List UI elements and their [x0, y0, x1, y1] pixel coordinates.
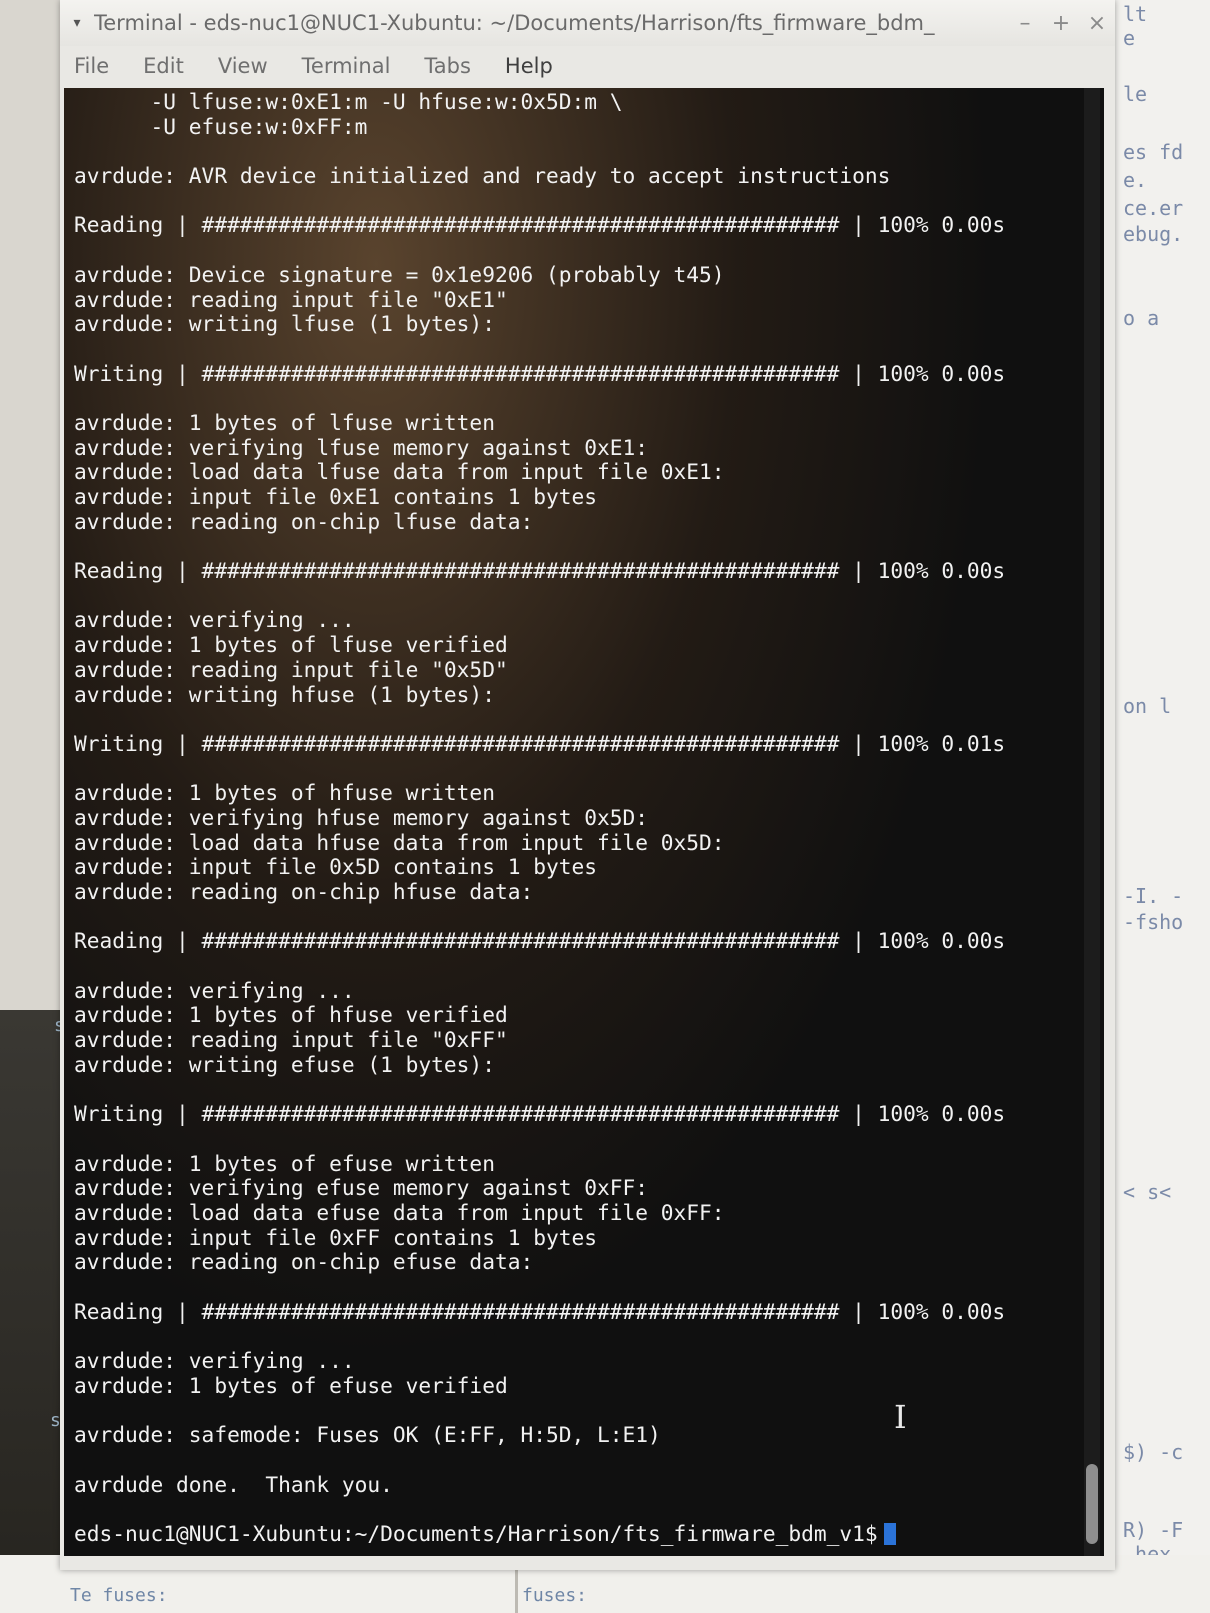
terminal-lines: -U lfuse:w:0xE1:m -U hfuse:w:0x5D:m \ -U…	[74, 90, 1064, 1547]
terminal-cursor	[883, 1523, 896, 1546]
terminal-line: Writing | ##############################…	[74, 731, 1006, 756]
terminal-line: avrdude: input file 0xE1 contains 1 byte…	[74, 485, 597, 509]
terminal-line: avrdude: Device signature = 0x1e9206 (pr…	[74, 262, 725, 287]
maximize-button[interactable]: +	[1043, 11, 1079, 36]
bg-text-fragment: -fsho	[1123, 910, 1184, 934]
terminal-line: avrdude: verifying ...	[74, 608, 355, 633]
close-button[interactable]: ×	[1079, 11, 1115, 36]
terminal-line: avrdude: 1 bytes of efuse verified	[74, 1373, 508, 1398]
bg-text-fragment: < s<	[1123, 1180, 1172, 1204]
terminal-line: avrdude: reading input file "0xFF"	[74, 1028, 508, 1053]
terminal-line: avrdude: reading input file "0x5D"	[74, 657, 508, 682]
terminal-line: avrdude: verifying hfuse memory against …	[74, 805, 649, 830]
terminal-line: avrdude done. Thank you.	[74, 1472, 393, 1497]
terminal-line: avrdude: input file 0x5D contains 1 byte…	[74, 855, 597, 880]
terminal-line: avrdude: AVR device initialized and read…	[74, 164, 891, 189]
terminal-line: avrdude: 1 bytes of hfuse verified	[74, 1003, 508, 1028]
terminal-line: Reading | ##############################…	[74, 1299, 1006, 1324]
bg-text-fragment: -I. -	[1123, 884, 1184, 908]
terminal-line: Reading | ##############################…	[74, 213, 1006, 238]
menu-help[interactable]: Help	[505, 54, 553, 78]
bg-text-fragment: ce.er	[1123, 196, 1184, 220]
terminal-line: avrdude: writing hfuse (1 bytes):	[74, 682, 495, 707]
menu-terminal[interactable]: Terminal	[302, 54, 391, 78]
terminal-line: avrdude: 1 bytes of lfuse written	[74, 410, 495, 435]
terminal-line: avrdude: writing lfuse (1 bytes):	[74, 312, 495, 337]
terminal-line: avrdude: reading on-chip hfuse data:	[74, 880, 534, 904]
bg-text-fragment: Te fuses:	[70, 1585, 168, 1606]
window-menu-icon[interactable]: ▾	[60, 15, 94, 31]
window-title: Terminal - eds-nuc1@NUC1-Xubuntu: ~/Docu…	[94, 11, 935, 35]
terminal-output[interactable]: -U lfuse:w:0xE1:m -U hfuse:w:0x5D:m \ -U…	[64, 88, 1104, 1556]
terminal-line: avrdude: reading on-chip efuse data:	[74, 1250, 534, 1275]
terminal-line: avrdude: verifying ...	[74, 978, 355, 1003]
terminal-scrollbar[interactable]	[1084, 88, 1100, 1556]
bg-text-fragment: es fd	[1123, 140, 1184, 164]
background-editor-right: lt e le es fd e. ce.er ebug. o a on l -I…	[1115, 0, 1210, 1613]
terminal-line: avrdude: 1 bytes of lfuse verified	[74, 633, 508, 658]
terminal-line: avrdude: 1 bytes of hfuse written	[74, 781, 495, 806]
terminal-line: avrdude: load data hfuse data from input…	[74, 830, 725, 855]
shell-prompt-line[interactable]: eds-nuc1@NUC1-Xubuntu:~/Documents/Harris…	[74, 1522, 1064, 1547]
scrollbar-thumb[interactable]	[1086, 1464, 1098, 1544]
bg-text-fragment: $) -c	[1123, 1440, 1184, 1464]
menu-file[interactable]: File	[74, 54, 109, 78]
bg-text-fragment: e	[1123, 26, 1136, 50]
terminal-line: avrdude: verifying efuse memory against …	[74, 1176, 649, 1201]
terminal-line: avrdude: load data lfuse data from input…	[74, 460, 725, 485]
title-bar[interactable]: ▾ Terminal - eds-nuc1@NUC1-Xubuntu: ~/Do…	[60, 0, 1115, 46]
terminal-line: avrdude: verifying ...	[74, 1349, 355, 1374]
terminal-window[interactable]: ▾ Terminal - eds-nuc1@NUC1-Xubuntu: ~/Do…	[60, 0, 1115, 1570]
terminal-line: avrdude: load data efuse data from input…	[74, 1200, 725, 1225]
shell-prompt: eds-nuc1@NUC1-Xubuntu:~/Documents/Harris…	[74, 1521, 878, 1546]
text-cursor-ibeam-icon: I	[894, 1398, 907, 1436]
bg-text-fragment: fuses:	[522, 1585, 588, 1606]
minimize-button[interactable]: –	[1007, 11, 1043, 36]
terminal-line: avrdude: safemode: Fuses OK (E:FF, H:5D,…	[74, 1423, 661, 1448]
terminal-line: avrdude: writing efuse (1 bytes):	[74, 1052, 495, 1077]
menu-edit[interactable]: Edit	[143, 54, 184, 78]
bg-text-fragment: on l	[1123, 694, 1172, 718]
terminal-line: avrdude: reading on-chip lfuse data:	[74, 509, 534, 534]
bg-text-fragment: lt	[1123, 2, 1148, 26]
bg-text-fragment: le	[1123, 82, 1148, 106]
terminal-line: Writing | ##############################…	[74, 361, 1006, 386]
bg-text-fragment: o a	[1123, 306, 1160, 330]
terminal-line: -U lfuse:w:0xE1:m -U hfuse:w:0x5D:m \	[74, 90, 623, 114]
bg-text-fragment: e.	[1123, 168, 1148, 192]
terminal-line: avrdude: input file 0xFF contains 1 byte…	[74, 1225, 597, 1250]
terminal-line: Reading | ##############################…	[74, 929, 1006, 954]
terminal-line: -U efuse:w:0xFF:m	[74, 114, 368, 139]
menu-bar: File Edit View Terminal Tabs Help	[60, 46, 1115, 86]
menu-view[interactable]: View	[218, 54, 268, 78]
terminal-line: Writing | ##############################…	[74, 1102, 1006, 1127]
terminal-line: avrdude: 1 bytes of efuse written	[74, 1151, 495, 1176]
bg-text-fragment: R) -F	[1123, 1518, 1184, 1542]
terminal-line: Reading | ##############################…	[74, 559, 1006, 584]
terminal-line: avrdude: reading input file "0xE1"	[74, 287, 508, 312]
bg-text-fragment: ebug.	[1123, 222, 1184, 246]
menu-tabs[interactable]: Tabs	[424, 54, 471, 78]
terminal-line: avrdude: verifying lfuse memory against …	[74, 435, 649, 460]
